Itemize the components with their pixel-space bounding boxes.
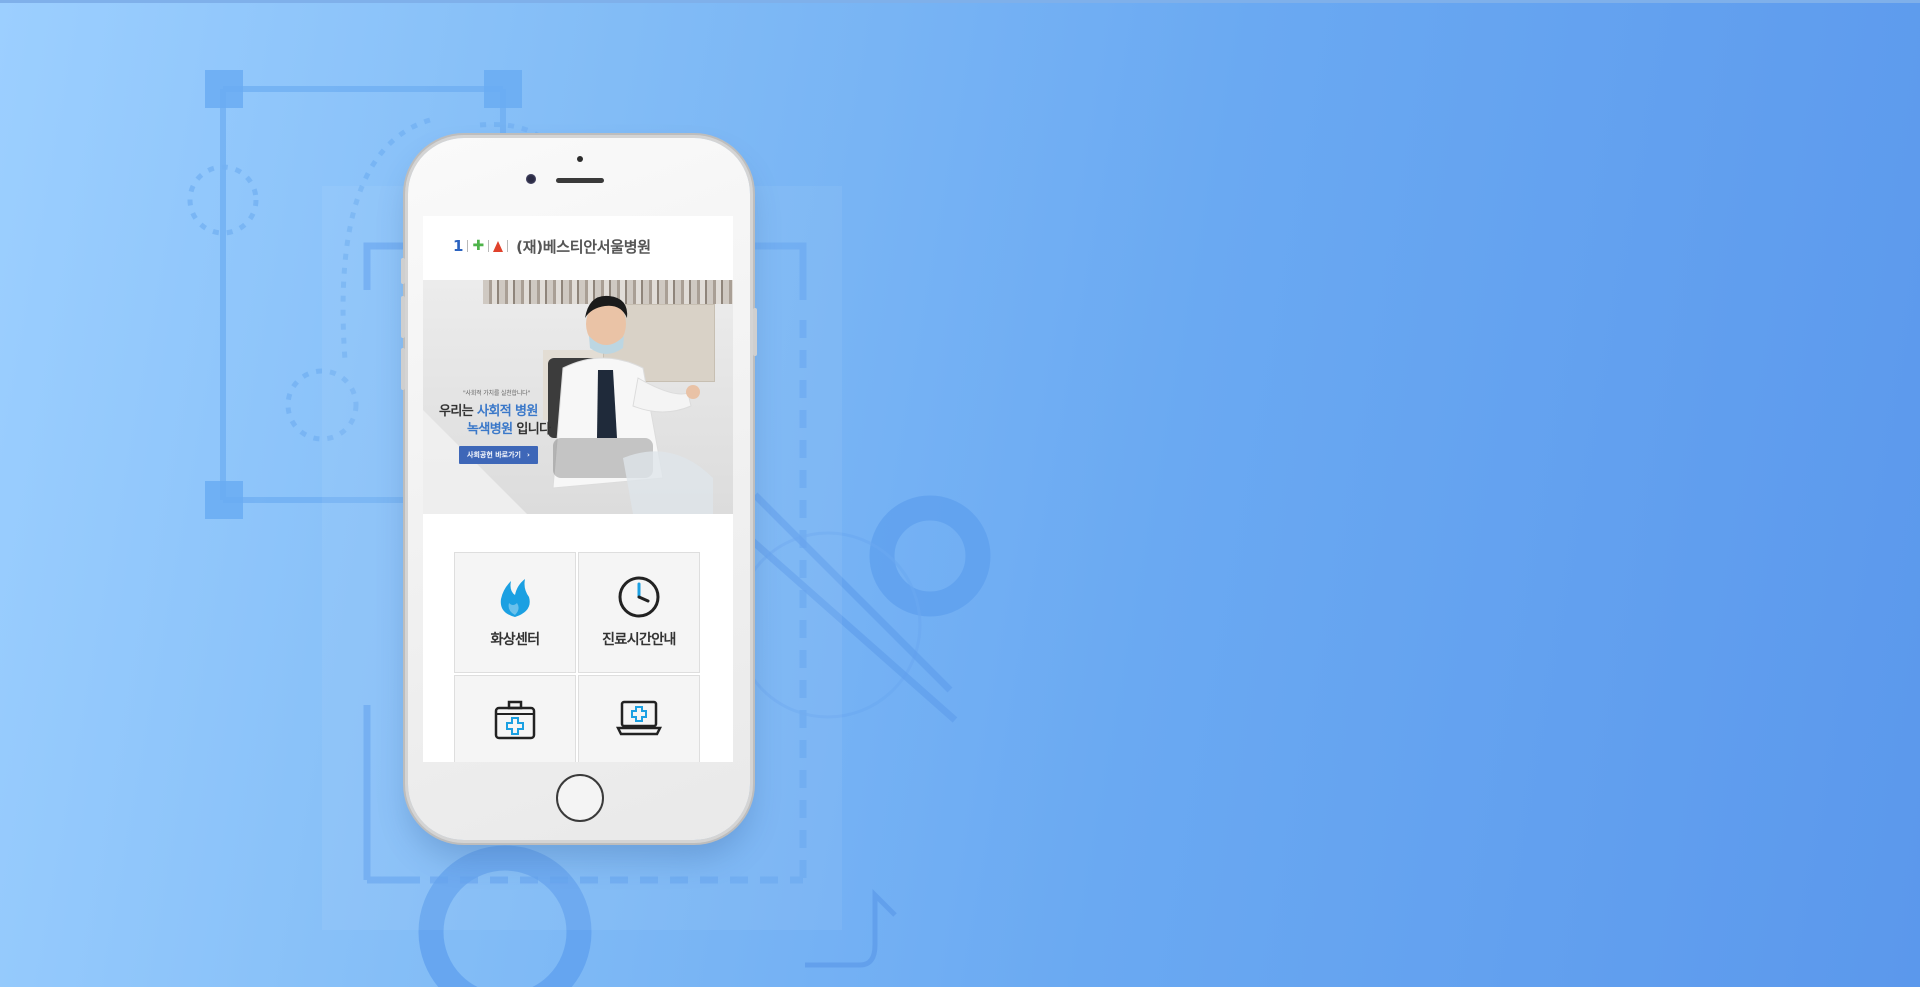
phone-sensor — [577, 156, 583, 162]
menu-tile-label: 화상센터 — [490, 632, 540, 648]
logo-divider — [467, 240, 469, 252]
menu-tile-online[interactable] — [578, 675, 700, 762]
hero-headline-line2: 녹색병원 입니다 — [467, 418, 551, 437]
phone-home-button[interactable] — [556, 774, 604, 822]
logo-divider — [507, 240, 509, 252]
clock-icon — [618, 576, 660, 618]
flame-icon — [500, 579, 530, 617]
logo-divider — [488, 240, 490, 252]
phone-volume-button — [401, 348, 405, 390]
background-decoration — [187, 70, 991, 987]
hero-headline-highlight: 사회적 병원 — [477, 404, 538, 419]
site-logo[interactable]: 1 ✚ — [453, 237, 509, 255]
phone-screen: 1 ✚ (재)베스티안서울병원 "사회적 가치를 실천합니다" 우리는 사회적 … — [423, 216, 733, 762]
social-contribution-button-label: 사회공헌 바로가기 — [467, 451, 521, 459]
medical-laptop-icon — [616, 700, 662, 736]
menu-tile-label: 진료시간안내 — [602, 632, 676, 648]
hero-headline-line1: 우리는 사회적 병원 — [439, 400, 538, 419]
phone-power-button — [753, 308, 757, 356]
hero-banner[interactable]: "사회적 가치를 실천합니다" 우리는 사회적 병원 녹색병원 입니다 사회공헌… — [423, 280, 733, 514]
chevron-right-icon: › — [526, 451, 530, 459]
flame-icon — [493, 240, 504, 252]
logo-number: 1 — [453, 237, 464, 255]
hero-headline-highlight: 녹색병원 — [467, 422, 513, 437]
hero-quote: "사회적 가치를 실천합니다" — [463, 390, 531, 397]
menu-grid: 화상센터 진료시간안내 — [454, 552, 702, 762]
site-name[interactable]: (재)베스티안서울병원 — [516, 236, 651, 257]
menu-tile-burn-center[interactable]: 화상센터 — [454, 552, 576, 673]
hero-headline-suffix: 입니다 — [512, 422, 551, 437]
phone-volume-button — [401, 296, 405, 338]
menu-tile-first-aid[interactable] — [454, 675, 576, 762]
phone-camera — [526, 174, 536, 184]
phone-speaker — [556, 178, 604, 183]
menu-tile-hours[interactable]: 진료시간안내 — [578, 552, 700, 673]
phone-volume-button — [401, 258, 405, 284]
social-contribution-button[interactable]: 사회공헌 바로가기 › — [459, 446, 538, 464]
site-header[interactable]: 1 ✚ (재)베스티안서울병원 — [423, 216, 733, 276]
phone-mockup: 1 ✚ (재)베스티안서울병원 "사회적 가치를 실천합니다" 우리는 사회적 … — [401, 138, 757, 840]
hero-headline-prefix: 우리는 — [439, 404, 478, 419]
cross-icon: ✚ — [472, 238, 485, 254]
doctor-photo — [548, 295, 713, 514]
first-aid-kit-icon — [494, 700, 536, 740]
